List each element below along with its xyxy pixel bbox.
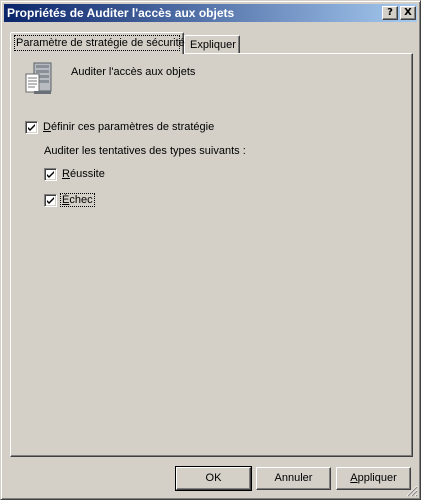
properties-dialog: Propriétés de Auditer l'accès aux objets…	[0, 0, 421, 500]
define-policy-checkbox-box[interactable]	[25, 121, 38, 134]
cancel-button[interactable]: Annuler	[256, 467, 331, 490]
tab-explain-label: Expliquer	[190, 39, 236, 51]
tab-explain[interactable]: Expliquer	[184, 35, 240, 53]
success-checkbox-box[interactable]	[44, 168, 57, 181]
server-policy-icon	[25, 62, 52, 94]
ok-button[interactable]: OK	[175, 466, 252, 491]
window-title: Propriétés de Auditer l'accès aux objets	[7, 6, 235, 20]
failure-checkbox-box[interactable]	[44, 194, 57, 207]
close-button[interactable]: X	[400, 6, 416, 20]
resize-grip-icon[interactable]	[406, 485, 418, 497]
define-policy-label: Définir ces paramètres de stratégie	[43, 121, 215, 133]
checkmark-icon	[47, 197, 54, 204]
tab-security-policy-setting[interactable]: Paramètre de stratégie de sécurité	[10, 32, 185, 54]
help-button[interactable]: ?	[382, 6, 398, 20]
failure-focus-rect: Échec	[60, 193, 95, 207]
checkmark-icon	[28, 124, 35, 131]
tab-security-policy-label: Paramètre de stratégie de sécurité	[16, 37, 185, 49]
policy-name: Auditer l'accès aux objets	[71, 66, 196, 78]
apply-button[interactable]: Appliquer	[336, 467, 411, 490]
tab-panel	[10, 53, 413, 457]
failure-label: Échec	[60, 193, 95, 207]
success-label: Réussite	[62, 168, 105, 180]
checkmark-icon	[47, 171, 54, 178]
audit-types-label: Auditer les tentatives des types suivant…	[44, 145, 246, 157]
title-bar[interactable]: Propriétés de Auditer l'accès aux objets…	[4, 4, 417, 22]
